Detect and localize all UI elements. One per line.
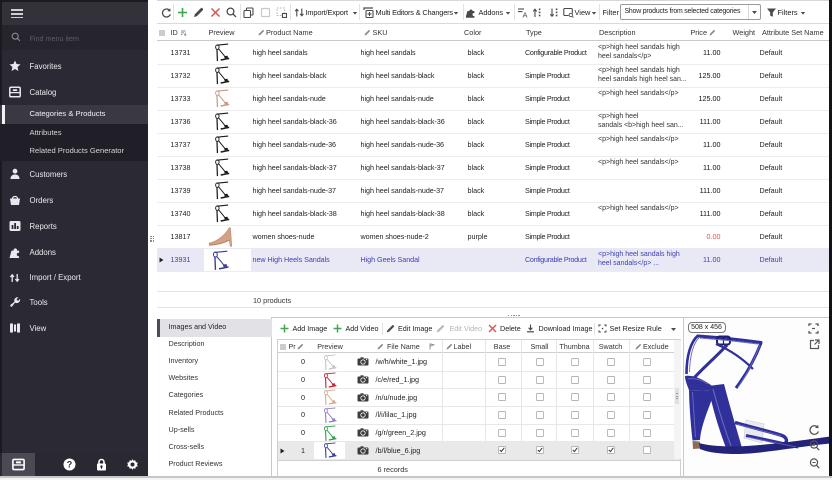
- svg-text:?: ?: [67, 460, 73, 470]
- svg-text:A: A: [522, 11, 527, 19]
